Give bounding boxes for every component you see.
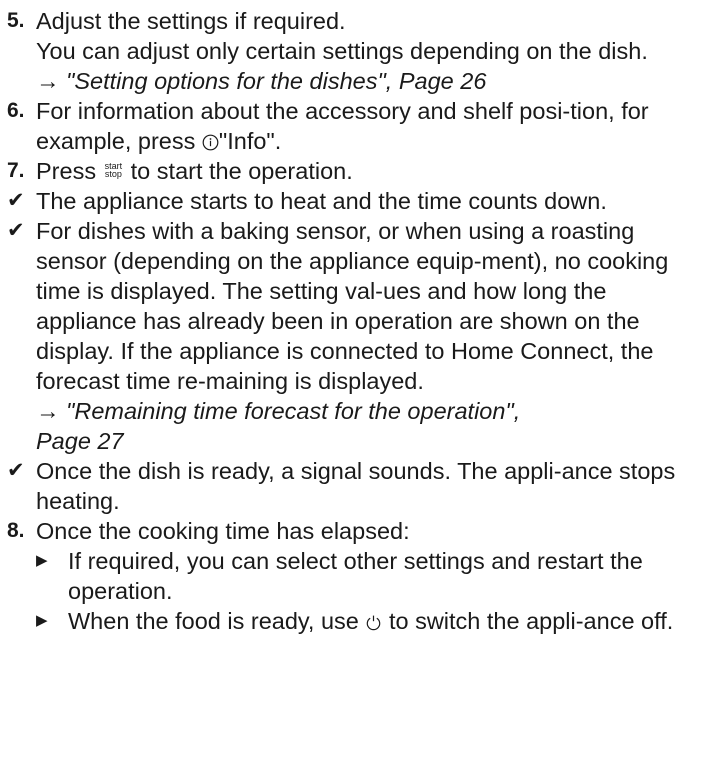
arrow-icon: → <box>36 68 60 94</box>
step-text: For information about the accessory and … <box>36 98 649 154</box>
step-note: You can adjust only certain settings dep… <box>36 38 648 64</box>
cross-reference[interactable]: → "Remaining time forecast for the opera… <box>36 396 705 426</box>
step-7: 7. Press start stop to start the operatio… <box>7 156 705 186</box>
info-label: "Info". <box>218 128 282 154</box>
cross-reference-link[interactable]: "Remaining time forecast for the operati… <box>66 398 520 424</box>
sub-step-1: ▶ If required, you can select other sett… <box>7 546 705 606</box>
result-text: Once the dish is ready, a signal sounds.… <box>36 458 676 514</box>
step-8: 8. Once the cooking time has elapsed: <box>7 516 705 546</box>
triangle-bullet-icon: ▶ <box>36 552 48 569</box>
step-text-end: to start the operation. <box>130 158 353 184</box>
step-text: Press <box>36 158 97 184</box>
step-number: 7. <box>7 159 25 182</box>
result-text: For dishes with a baking sensor, or when… <box>36 218 669 394</box>
step-6: 6. For information about the accessory a… <box>7 96 705 156</box>
info-icon <box>202 134 219 151</box>
sub-step-text-end: to switch the appli-ance off. <box>388 608 674 634</box>
cross-reference-link[interactable]: "Setting options for the dishes", Page 2… <box>66 68 486 94</box>
result-text: The appliance starts to heat and the tim… <box>36 188 607 214</box>
step-text: Adjust the settings if required. <box>36 8 346 34</box>
check-icon: ✔ <box>7 459 25 482</box>
cross-reference-page[interactable]: Page 27 <box>36 426 705 456</box>
sub-step-text: If required, you can select other settin… <box>68 548 643 604</box>
check-icon: ✔ <box>7 189 25 212</box>
step-5: 5. Adjust the settings if required. You … <box>7 6 705 96</box>
result-3: ✔ Once the dish is ready, a signal sound… <box>7 456 705 516</box>
sub-step-text: When the food is ready, use <box>68 608 359 634</box>
check-icon: ✔ <box>7 219 25 242</box>
step-number: 6. <box>7 99 25 122</box>
result-1: ✔ The appliance starts to heat and the t… <box>7 186 705 216</box>
triangle-bullet-icon: ▶ <box>36 612 48 629</box>
arrow-icon: → <box>36 398 60 424</box>
step-text: Once the cooking time has elapsed: <box>36 518 410 544</box>
result-2: ✔ For dishes with a baking sensor, or wh… <box>7 216 705 456</box>
start-stop-icon: start stop <box>104 162 123 179</box>
sub-step-2: ▶ When the food is ready, use to switch … <box>7 606 705 636</box>
stop-label: stop <box>104 169 122 179</box>
cross-reference[interactable]: → "Setting options for the dishes", Page… <box>36 66 705 96</box>
step-number: 8. <box>7 519 25 542</box>
step-number: 5. <box>7 9 25 32</box>
power-icon <box>367 615 381 631</box>
instruction-page: 5. Adjust the settings if required. You … <box>0 0 705 636</box>
